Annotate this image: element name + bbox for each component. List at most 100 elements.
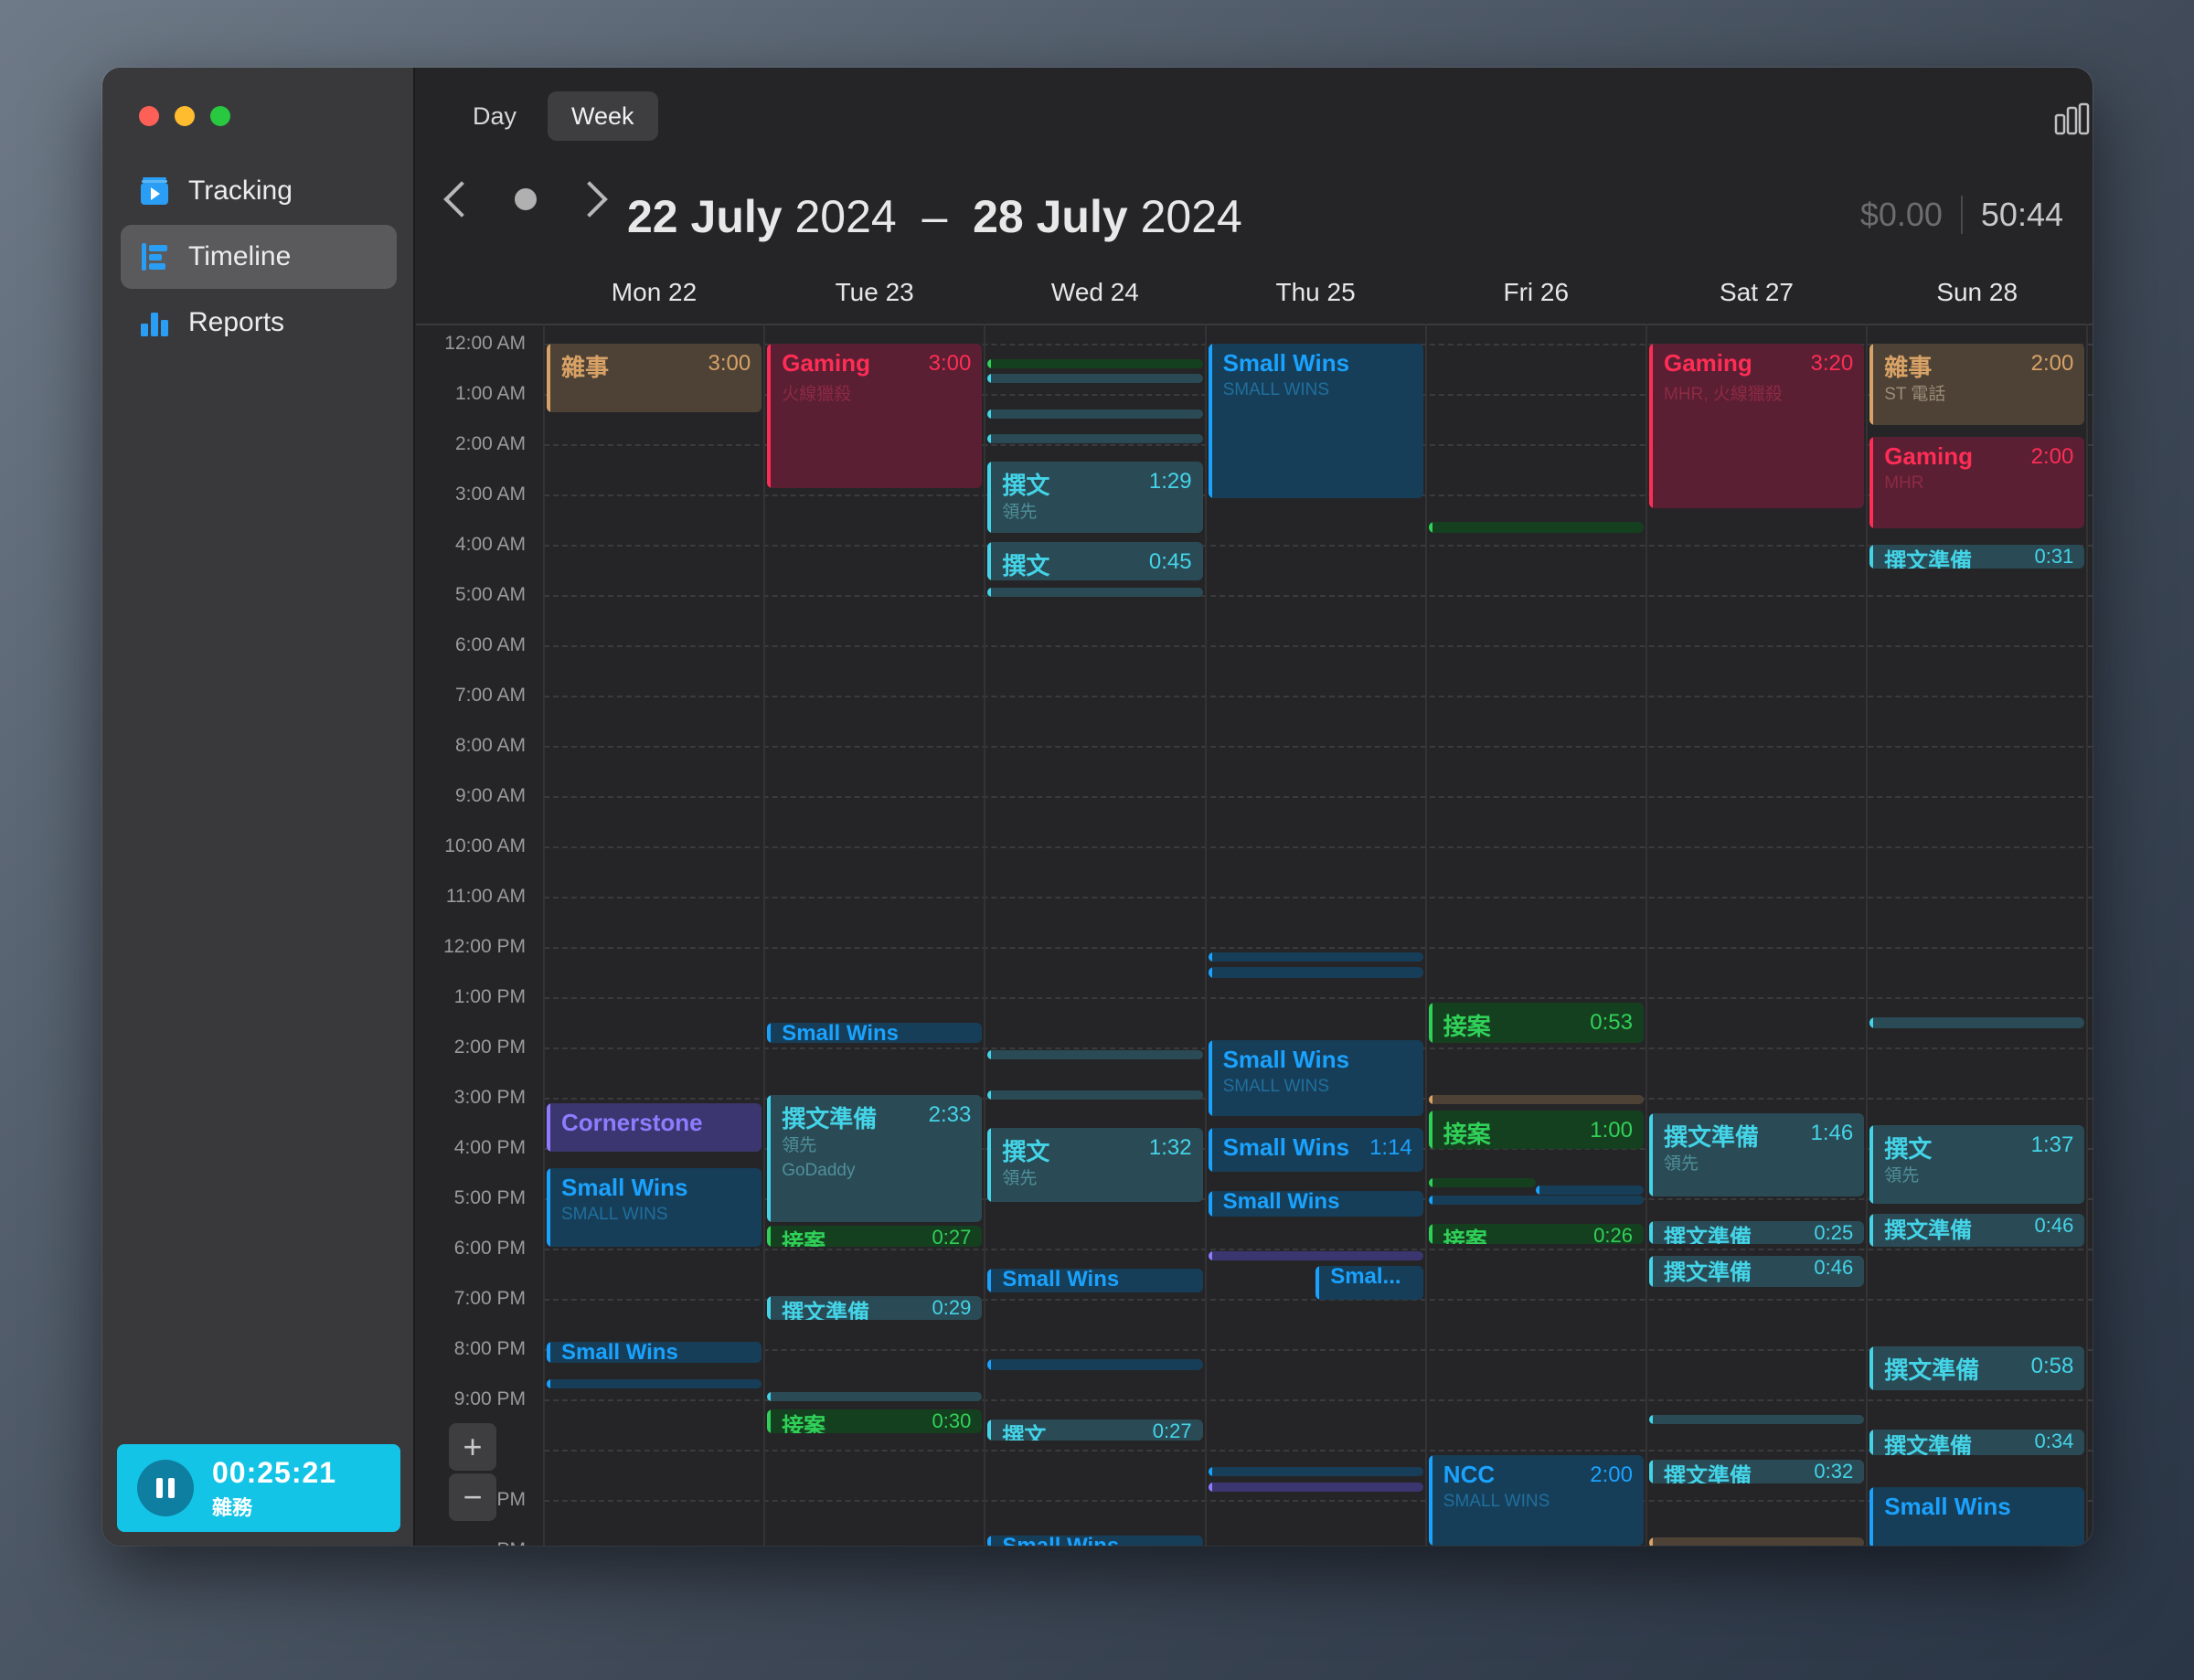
timeline-event[interactable]: 撰文準備 0:25 xyxy=(1649,1220,1865,1245)
timeline-event[interactable]: 雜事 2:00 ST 電話 xyxy=(1869,344,2085,425)
timeline-event[interactable]: 撰文準備 0:46 xyxy=(1649,1256,1865,1287)
event-duration: 2:00 xyxy=(2030,351,2074,376)
timeline-event[interactable] xyxy=(1208,1467,1423,1477)
event-color-bar xyxy=(547,1379,550,1388)
timeline-event[interactable]: Small Wins SMALL WINS xyxy=(547,1168,762,1247)
timeline-event[interactable] xyxy=(1208,1482,1423,1492)
timeline-event[interactable]: Small Wins xyxy=(547,1341,762,1363)
timeline-event[interactable] xyxy=(987,409,1203,419)
timeline-event[interactable]: Small Wins 1:14 xyxy=(1208,1128,1423,1172)
running-timer[interactable]: 00:25:21 雜務 xyxy=(117,1444,400,1532)
event-color-bar xyxy=(1208,1250,1212,1260)
timeline-event[interactable]: Gaming 3:20 MHR, 火線獵殺 xyxy=(1649,344,1865,508)
timeline-event[interactable]: 撰文準備 0:34 xyxy=(1869,1430,2085,1456)
week-totals: $0.00 50:44 xyxy=(1860,196,2063,234)
sidebar-item-tracking[interactable]: Tracking xyxy=(121,159,397,223)
reports-icon xyxy=(139,307,170,338)
timeline-event[interactable]: Small Wins xyxy=(1869,1487,2085,1546)
timeline-event[interactable]: 撰文準備 2:33 領先 GoDaddy xyxy=(767,1095,983,1222)
timeline-event[interactable] xyxy=(987,434,1203,443)
timeline-event[interactable] xyxy=(987,1090,1203,1100)
event-subtitle: SMALL WINS xyxy=(561,1205,668,1224)
zoom-out-button[interactable]: − xyxy=(449,1473,496,1521)
timeline-event[interactable]: 撰文 0:45 xyxy=(987,542,1203,581)
timeline-event[interactable]: 接案 0:53 xyxy=(1428,1002,1644,1044)
timeline-event[interactable]: Smal... xyxy=(1315,1266,1423,1300)
timeline-event[interactable]: 撰文 1:29 領先 xyxy=(987,462,1203,533)
timeline-event[interactable]: 撰文準備 0:46 xyxy=(1869,1213,2085,1247)
timeline-event[interactable] xyxy=(1428,1095,1644,1105)
timeline-event[interactable] xyxy=(987,374,1203,383)
timeline-event[interactable] xyxy=(1536,1186,1644,1196)
timeline-event[interactable] xyxy=(767,1391,983,1401)
timeline-event[interactable] xyxy=(987,587,1203,597)
timeline-event[interactable]: Gaming 2:00 MHR xyxy=(1869,436,2085,528)
timeline-event[interactable] xyxy=(547,1379,762,1388)
timeline-event[interactable]: 撰文準備 0:58 xyxy=(1869,1346,2085,1390)
timeline-event[interactable]: 接案 0:27 xyxy=(767,1226,983,1247)
event-duration: 0:46 xyxy=(1814,1256,1854,1280)
event-title: Small Wins xyxy=(561,1174,688,1201)
chevron-left-icon[interactable] xyxy=(443,181,480,218)
event-title: 撰文準備 xyxy=(782,1105,878,1133)
week-view-button[interactable]: Week xyxy=(548,91,658,141)
event-color-bar xyxy=(987,409,992,419)
sidebar-item-reports[interactable]: Reports xyxy=(121,291,397,355)
event-duration: 1:14 xyxy=(1369,1135,1412,1160)
timeline-event[interactable] xyxy=(1428,522,1644,533)
timeline-event[interactable]: Gaming 3:00 火線獵殺 xyxy=(767,344,983,488)
minimize-button[interactable] xyxy=(175,106,195,126)
timeline-event[interactable] xyxy=(987,1359,1203,1370)
event-color-bar xyxy=(987,1128,992,1202)
timeline-event[interactable] xyxy=(1869,1017,2085,1028)
today-icon[interactable] xyxy=(515,188,537,210)
timeline-event[interactable]: 雜事 3:00 xyxy=(547,344,762,412)
event-subtitle: SMALL WINS xyxy=(1222,380,1330,399)
event-subtitle: MHR xyxy=(1884,473,1924,493)
timeline-event[interactable] xyxy=(987,358,1203,368)
timeline-event[interactable]: 撰文準備 0:29 xyxy=(767,1296,983,1320)
timeline-event[interactable]: 撰文準備 0:32 xyxy=(1649,1460,1865,1483)
timeline-event[interactable] xyxy=(1208,952,1423,962)
timeline-event[interactable]: Small Wins xyxy=(1208,1190,1423,1217)
zoom-in-button[interactable]: + xyxy=(449,1423,496,1471)
timeline-event[interactable]: 撰文 1:32 領先 xyxy=(987,1128,1203,1202)
close-button[interactable] xyxy=(139,106,159,126)
timeline-event[interactable]: 撰文 1:37 領先 xyxy=(1869,1125,2085,1205)
event-color-bar xyxy=(1208,952,1212,962)
timeline-event[interactable] xyxy=(1649,1414,1865,1424)
timeline-event[interactable]: Small Wins SMALL WINS xyxy=(1208,344,1423,498)
timeline-event[interactable]: 撰文準備 0:31 xyxy=(1869,545,2085,569)
event-title: Small Wins xyxy=(561,1341,678,1363)
timeline-event[interactable]: 撰文準備 1:46 領先 xyxy=(1649,1112,1865,1196)
event-color-bar xyxy=(1428,1095,1432,1105)
timeline-event[interactable]: 接案 0:30 xyxy=(767,1409,983,1433)
timeline-event[interactable]: 接案 0:26 xyxy=(1428,1223,1644,1245)
timeline-event[interactable]: 接案 1:00 xyxy=(1428,1110,1644,1149)
event-title: 接案 xyxy=(782,1230,826,1247)
timeline-event[interactable] xyxy=(987,1049,1203,1059)
timeline-event[interactable]: Cornerstone xyxy=(547,1102,762,1152)
hour-gridline xyxy=(544,846,2093,848)
timeline-event[interactable] xyxy=(1428,1178,1537,1187)
timeline-event[interactable] xyxy=(1208,1250,1423,1260)
day-view-button[interactable]: Day xyxy=(449,91,540,141)
event-color-bar xyxy=(1869,1430,1874,1456)
timeline-event[interactable]: NCC 2:00 SMALL WINS xyxy=(1428,1454,1644,1546)
timeline-event[interactable]: Small Wins xyxy=(987,1535,1203,1546)
pause-icon[interactable] xyxy=(137,1460,194,1516)
hour-label: 7:00 PM xyxy=(453,1288,526,1309)
sidebar-item-timeline[interactable]: Timeline xyxy=(121,225,397,289)
timeline-event[interactable]: Small Wins SMALL WINS xyxy=(1208,1039,1423,1116)
timeline-event[interactable]: Small Wins xyxy=(987,1269,1203,1292)
timeline-event[interactable]: Small Wins xyxy=(767,1022,983,1044)
event-color-bar xyxy=(987,434,992,443)
timeline-event[interactable]: 撰文 0:27 xyxy=(987,1419,1203,1441)
timeline-event[interactable] xyxy=(1428,1196,1644,1206)
timeline-event[interactable] xyxy=(1208,967,1423,978)
timeline-event[interactable] xyxy=(1649,1537,1865,1546)
bar-chart-icon[interactable] xyxy=(2052,99,2093,139)
timeline-icon xyxy=(139,241,170,272)
chevron-right-icon[interactable] xyxy=(571,181,608,218)
zoom-button[interactable] xyxy=(210,106,230,126)
